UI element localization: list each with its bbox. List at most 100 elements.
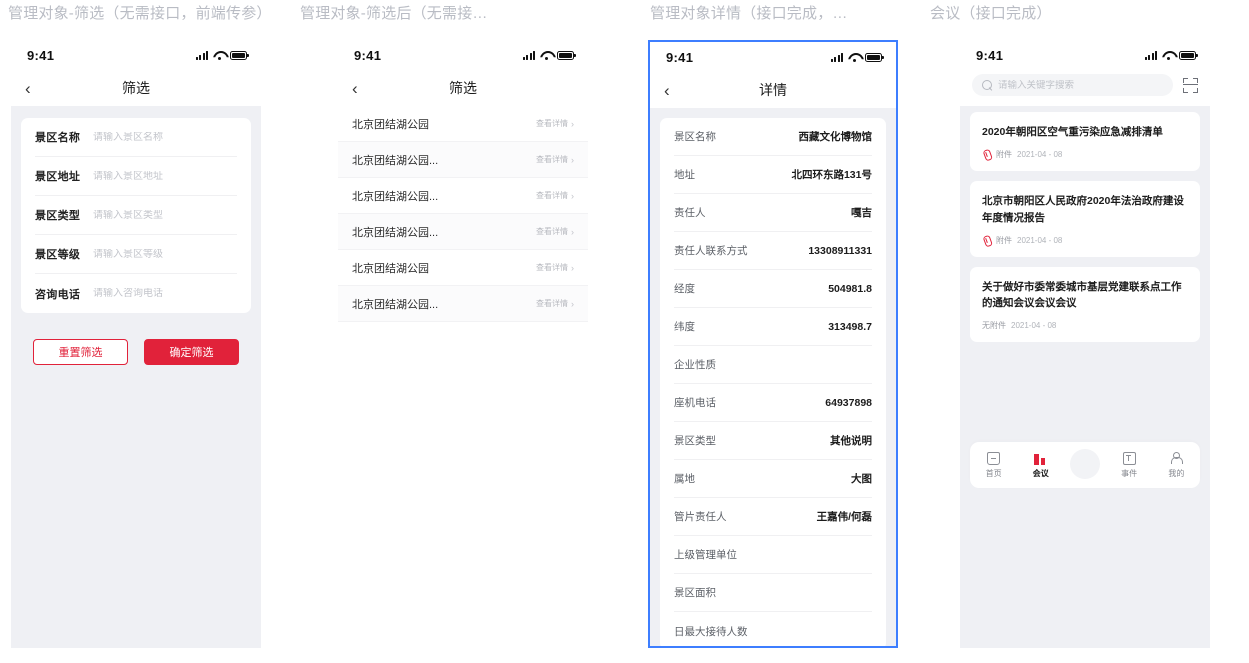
view-detail-link[interactable]: 查看详情 › [536,154,574,165]
list-item-label: 北京团结湖公园... [352,226,439,239]
detail-label: 上级管理单位 [674,549,737,561]
list-item[interactable]: 北京团结湖公园... 查看详情 › [338,142,588,178]
detail-label: 责任人 [674,207,706,219]
status-icons [830,52,884,62]
page-title: 筛选 [449,80,477,96]
field-label: 景区名称 [35,132,81,144]
detail-row-max-visitors: 日最大接待人数 [674,612,872,646]
list-item[interactable]: 北京团结湖公园... 查看详情 › [338,178,588,214]
meeting-meta: 无附件 2021-04 - 08 [982,320,1188,331]
consult-phone-input[interactable] [93,288,237,299]
list-item-label: 北京团结湖公园 [352,262,429,275]
view-detail-label: 查看详情 [536,227,568,236]
detail-label: 企业性质 [674,359,716,371]
detail-label: 景区名称 [674,131,716,143]
meeting-card[interactable]: 北京市朝阳区人民政府2020年法治政府建设年度情况报告 附件 2021-04 -… [970,181,1200,257]
detail-value: 北四环东路131号 [791,169,872,181]
detail-label: 地址 [674,169,695,181]
list-item[interactable]: 北京团结湖公园... 查看详情 › [338,214,588,250]
back-icon[interactable]: ‹ [25,80,43,97]
nav-bar: ‹ 筛选 [338,70,588,106]
reset-filter-button[interactable]: 重置筛选 [33,339,128,365]
meeting-card[interactable]: 关于做好市委常委城市基层党建联系点工作的通知会议会议会议 无附件 2021-04… [970,266,1200,343]
list-item-label: 北京团结湖公园... [352,190,439,203]
list-item[interactable]: 北京团结湖公园... 查看详情 › [338,286,588,322]
status-icons [1144,50,1198,60]
view-detail-label: 查看详情 [536,299,568,308]
detail-row-latitude: 纬度 313498.7 [674,308,872,346]
detail-row-enterprise-nature: 企业性质 [674,346,872,384]
meeting-meta: 附件 2021-04 - 08 [982,235,1188,246]
chevron-right-icon: › [571,118,574,129]
signal-icon [195,50,208,60]
chevron-right-icon: › [571,226,574,237]
scenic-level-input[interactable] [93,248,237,260]
search-input[interactable] [998,79,1163,91]
tab-home[interactable]: 首页 [976,451,1012,479]
form-row-address: 景区地址 [35,157,237,196]
caption-filter-screen: 管理对象-筛选（无需接口，前端传参） [8,5,272,22]
search-box[interactable] [972,74,1173,96]
screenshot-canvas: 管理对象-筛选（无需接口，前端传参） 管理对象-筛选后（无需接… 管理对象详情（… [0,0,1249,663]
wifi-icon [213,51,225,60]
meeting-icon [1034,452,1047,465]
scenic-type-input[interactable] [93,209,237,221]
tab-label: 事件 [1121,468,1138,478]
add-fab-button[interactable] [1069,449,1100,479]
view-detail-link[interactable]: 查看详情 › [536,298,574,309]
status-time: 9:41 [354,47,382,63]
detail-label: 日最大接待人数 [674,625,748,638]
detail-row-owner: 责任人 嘎吉 [674,194,872,232]
detail-label: 纬度 [674,321,695,333]
tab-label: 会议 [1032,468,1049,478]
phone-filter-screen: 9:41 ‹ 筛选 景区名称 景区地址 [11,40,261,648]
battery-icon [557,50,576,60]
back-icon[interactable]: ‹ [664,82,682,99]
detail-list: 景区名称 西藏文化博物馆 地址 北四环东路131号 责任人 嘎吉 责任人联系方式… [660,118,886,646]
scan-icon[interactable] [1183,77,1198,93]
result-list: 北京团结湖公园 查看详情 › 北京团结湖公园... 查看详情 › 北京团结湖公园… [338,106,588,648]
form-row-phone: 咨询电话 [35,274,237,313]
signal-icon [1144,50,1157,60]
tab-profile[interactable]: 我的 [1158,451,1194,479]
tab-label: 首页 [985,468,1002,478]
attachment-icon [981,235,993,247]
attachment-label: 附件 [996,235,1012,245]
meeting-card[interactable]: 2020年朝阳区空气重污染应急减排清单 附件 2021-04 - 08 [970,112,1200,172]
signal-icon [522,50,535,60]
attachment-icon [981,149,993,161]
page-title: 详情 [759,82,787,98]
status-time: 9:41 [27,47,55,63]
view-detail-link[interactable]: 查看详情 › [536,262,574,273]
detail-label: 经度 [674,283,695,295]
confirm-filter-button[interactable]: 确定筛选 [144,339,239,365]
back-icon[interactable]: ‹ [352,80,370,97]
scenic-name-input[interactable] [93,131,237,143]
detail-value: 嘎吉 [851,207,872,219]
scenic-address-input[interactable] [93,170,237,182]
view-detail-link[interactable]: 查看详情 › [536,118,574,129]
view-detail-link[interactable]: 查看详情 › [536,226,574,237]
filter-actions: 重置筛选 确定筛选 [11,339,261,365]
wifi-icon [540,51,552,60]
list-item[interactable]: 北京团结湖公园 查看详情 › [338,106,588,142]
detail-value: 其他说明 [830,435,872,447]
detail-label: 责任人联系方式 [674,245,748,257]
detail-label: 景区面积 [674,587,716,599]
status-time: 9:41 [666,49,694,65]
view-detail-label: 查看详情 [536,191,568,200]
list-item[interactable]: 北京团结湖公园 查看详情 › [338,250,588,286]
detail-row-landline: 座机电话 64937898 [674,384,872,422]
status-bar: 9:41 [650,42,896,72]
home-icon [987,451,1001,465]
view-detail-label: 查看详情 [536,155,568,164]
meeting-date: 2021-04 - 08 [1017,150,1063,160]
phone-detail-screen: 9:41 ‹ 详情 景区名称 西藏文化博物馆 地址 北四环东路131号 责任人 … [648,40,898,648]
tab-meeting[interactable]: 会议 [1023,452,1059,479]
meeting-title: 北京市朝阳区人民政府2020年法治政府建设年度情况报告 [982,195,1184,224]
caption-detail-screen: 管理对象详情（接口完成，… [650,5,848,22]
signal-icon [830,52,843,62]
view-detail-link[interactable]: 查看详情 › [536,190,574,201]
detail-label: 属地 [674,473,695,485]
tab-event[interactable]: 事件 [1111,451,1147,479]
